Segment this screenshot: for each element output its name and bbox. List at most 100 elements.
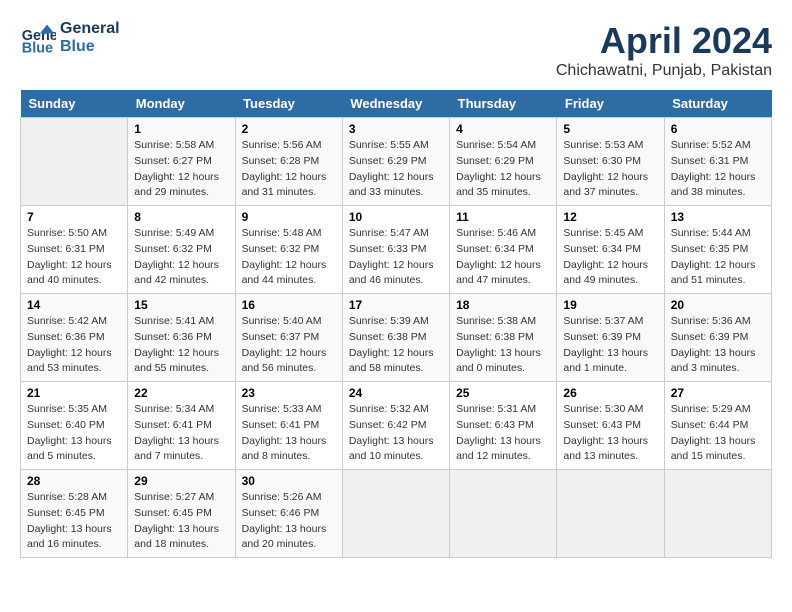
month-title: April 2024 <box>556 20 772 62</box>
day-number: 13 <box>671 210 765 224</box>
day-detail: Sunrise: 5:47 AM Sunset: 6:33 PM Dayligh… <box>349 226 443 289</box>
day-detail: Sunrise: 5:26 AM Sunset: 6:46 PM Dayligh… <box>242 490 336 553</box>
day-number: 11 <box>456 210 550 224</box>
day-number: 28 <box>27 474 121 488</box>
day-detail: Sunrise: 5:39 AM Sunset: 6:38 PM Dayligh… <box>349 314 443 377</box>
day-detail: Sunrise: 5:58 AM Sunset: 6:27 PM Dayligh… <box>134 138 228 201</box>
day-detail: Sunrise: 5:30 AM Sunset: 6:43 PM Dayligh… <box>563 402 657 465</box>
cell-w0-d2: 2 Sunrise: 5:56 AM Sunset: 6:28 PM Daylig… <box>235 118 342 206</box>
day-number: 15 <box>134 298 228 312</box>
title-area: April 2024 Chichawatni, Punjab, Pakistan <box>556 20 772 80</box>
cell-w1-d2: 9 Sunrise: 5:48 AM Sunset: 6:32 PM Daylig… <box>235 206 342 294</box>
day-detail: Sunrise: 5:55 AM Sunset: 6:29 PM Dayligh… <box>349 138 443 201</box>
day-detail: Sunrise: 5:31 AM Sunset: 6:43 PM Dayligh… <box>456 402 550 465</box>
day-detail: Sunrise: 5:41 AM Sunset: 6:36 PM Dayligh… <box>134 314 228 377</box>
cell-w0-d3: 3 Sunrise: 5:55 AM Sunset: 6:29 PM Daylig… <box>342 118 449 206</box>
cell-w4-d1: 29Sunrise: 5:27 AM Sunset: 6:45 PM Dayli… <box>128 470 235 558</box>
cell-w2-d3: 17 Sunrise: 5:39 AM Sunset: 6:38 PM Dayli… <box>342 294 449 382</box>
cell-w4-d3 <box>342 470 449 558</box>
header-thursday: Thursday <box>450 90 557 118</box>
day-number: 12 <box>563 210 657 224</box>
day-detail: Sunrise: 5:28 AM Sunset: 6:45 PM Dayligh… <box>27 490 121 553</box>
cell-w3-d5: 26 Sunrise: 5:30 AM Sunset: 6:43 PM Dayli… <box>557 382 664 470</box>
day-number: 14 <box>27 298 121 312</box>
cell-w1-d5: 12 Sunrise: 5:45 AM Sunset: 6:34 PM Dayli… <box>557 206 664 294</box>
day-detail: Sunrise: 5:45 AM Sunset: 6:34 PM Dayligh… <box>563 226 657 289</box>
week-row-0: 1Sunrise: 5:58 AM Sunset: 6:27 PM Daylig… <box>21 118 772 206</box>
week-row-3: 21 Sunrise: 5:35 AM Sunset: 6:40 PM Dayli… <box>21 382 772 470</box>
day-number: 26 <box>563 386 657 400</box>
day-number: 10 <box>349 210 443 224</box>
svg-text:Blue: Blue <box>22 40 53 56</box>
day-number: 20 <box>671 298 765 312</box>
cell-w1-d0: 7 Sunrise: 5:50 AM Sunset: 6:31 PM Daylig… <box>21 206 128 294</box>
day-detail: Sunrise: 5:40 AM Sunset: 6:37 PM Dayligh… <box>242 314 336 377</box>
cell-w3-d2: 23 Sunrise: 5:33 AM Sunset: 6:41 PM Dayli… <box>235 382 342 470</box>
location-title: Chichawatni, Punjab, Pakistan <box>556 62 772 80</box>
cell-w1-d3: 10 Sunrise: 5:47 AM Sunset: 6:33 PM Dayli… <box>342 206 449 294</box>
day-number: 9 <box>242 210 336 224</box>
cell-w1-d6: 13 Sunrise: 5:44 AM Sunset: 6:35 PM Dayli… <box>664 206 771 294</box>
day-number: 2 <box>242 122 336 136</box>
header-saturday: Saturday <box>664 90 771 118</box>
cell-w3-d6: 27Sunrise: 5:29 AM Sunset: 6:44 PM Dayli… <box>664 382 771 470</box>
day-number: 4 <box>456 122 550 136</box>
day-number: 6 <box>671 122 765 136</box>
cell-w4-d5 <box>557 470 664 558</box>
cell-w0-d0 <box>21 118 128 206</box>
header-sunday: Sunday <box>21 90 128 118</box>
cell-w2-d5: 19Sunrise: 5:37 AM Sunset: 6:39 PM Dayli… <box>557 294 664 382</box>
day-detail: Sunrise: 5:27 AM Sunset: 6:45 PM Dayligh… <box>134 490 228 553</box>
day-detail: Sunrise: 5:44 AM Sunset: 6:35 PM Dayligh… <box>671 226 765 289</box>
day-number: 8 <box>134 210 228 224</box>
page-header: General Blue General Blue April 2024 Chi… <box>20 20 772 80</box>
day-detail: Sunrise: 5:36 AM Sunset: 6:39 PM Dayligh… <box>671 314 765 377</box>
day-detail: Sunrise: 5:52 AM Sunset: 6:31 PM Dayligh… <box>671 138 765 201</box>
day-detail: Sunrise: 5:50 AM Sunset: 6:31 PM Dayligh… <box>27 226 121 289</box>
cell-w4-d6 <box>664 470 771 558</box>
day-number: 3 <box>349 122 443 136</box>
day-number: 5 <box>563 122 657 136</box>
day-number: 21 <box>27 386 121 400</box>
cell-w0-d4: 4 Sunrise: 5:54 AM Sunset: 6:29 PM Daylig… <box>450 118 557 206</box>
day-number: 17 <box>349 298 443 312</box>
day-detail: Sunrise: 5:56 AM Sunset: 6:28 PM Dayligh… <box>242 138 336 201</box>
cell-w2-d2: 16 Sunrise: 5:40 AM Sunset: 6:37 PM Dayli… <box>235 294 342 382</box>
day-number: 30 <box>242 474 336 488</box>
header-wednesday: Wednesday <box>342 90 449 118</box>
day-detail: Sunrise: 5:46 AM Sunset: 6:34 PM Dayligh… <box>456 226 550 289</box>
day-number: 7 <box>27 210 121 224</box>
cell-w2-d6: 20 Sunrise: 5:36 AM Sunset: 6:39 PM Dayli… <box>664 294 771 382</box>
cell-w2-d0: 14Sunrise: 5:42 AM Sunset: 6:36 PM Dayli… <box>21 294 128 382</box>
cell-w4-d4 <box>450 470 557 558</box>
day-number: 23 <box>242 386 336 400</box>
day-detail: Sunrise: 5:54 AM Sunset: 6:29 PM Dayligh… <box>456 138 550 201</box>
calendar-header-row: SundayMondayTuesdayWednesdayThursdayFrid… <box>21 90 772 118</box>
day-number: 16 <box>242 298 336 312</box>
day-detail: Sunrise: 5:37 AM Sunset: 6:39 PM Dayligh… <box>563 314 657 377</box>
logo-line1: General <box>60 20 120 38</box>
cell-w0-d5: 5Sunrise: 5:53 AM Sunset: 6:30 PM Daylig… <box>557 118 664 206</box>
day-detail: Sunrise: 5:33 AM Sunset: 6:41 PM Dayligh… <box>242 402 336 465</box>
week-row-1: 7 Sunrise: 5:50 AM Sunset: 6:31 PM Daylig… <box>21 206 772 294</box>
day-number: 18 <box>456 298 550 312</box>
cell-w4-d2: 30 Sunrise: 5:26 AM Sunset: 6:46 PM Dayli… <box>235 470 342 558</box>
cell-w0-d1: 1Sunrise: 5:58 AM Sunset: 6:27 PM Daylig… <box>128 118 235 206</box>
cell-w3-d0: 21 Sunrise: 5:35 AM Sunset: 6:40 PM Dayli… <box>21 382 128 470</box>
day-number: 22 <box>134 386 228 400</box>
header-friday: Friday <box>557 90 664 118</box>
cell-w0-d6: 6 Sunrise: 5:52 AM Sunset: 6:31 PM Daylig… <box>664 118 771 206</box>
calendar-body: 1Sunrise: 5:58 AM Sunset: 6:27 PM Daylig… <box>21 118 772 558</box>
day-detail: Sunrise: 5:29 AM Sunset: 6:44 PM Dayligh… <box>671 402 765 465</box>
cell-w4-d0: 28 Sunrise: 5:28 AM Sunset: 6:45 PM Dayli… <box>21 470 128 558</box>
logo-line2: Blue <box>60 38 120 56</box>
day-detail: Sunrise: 5:38 AM Sunset: 6:38 PM Dayligh… <box>456 314 550 377</box>
day-number: 25 <box>456 386 550 400</box>
calendar-table: SundayMondayTuesdayWednesdayThursdayFrid… <box>20 90 772 558</box>
cell-w3-d3: 24Sunrise: 5:32 AM Sunset: 6:42 PM Dayli… <box>342 382 449 470</box>
day-detail: Sunrise: 5:48 AM Sunset: 6:32 PM Dayligh… <box>242 226 336 289</box>
day-detail: Sunrise: 5:34 AM Sunset: 6:41 PM Dayligh… <box>134 402 228 465</box>
day-detail: Sunrise: 5:35 AM Sunset: 6:40 PM Dayligh… <box>27 402 121 465</box>
cell-w3-d4: 25 Sunrise: 5:31 AM Sunset: 6:43 PM Dayli… <box>450 382 557 470</box>
logo: General Blue General Blue <box>20 20 120 56</box>
